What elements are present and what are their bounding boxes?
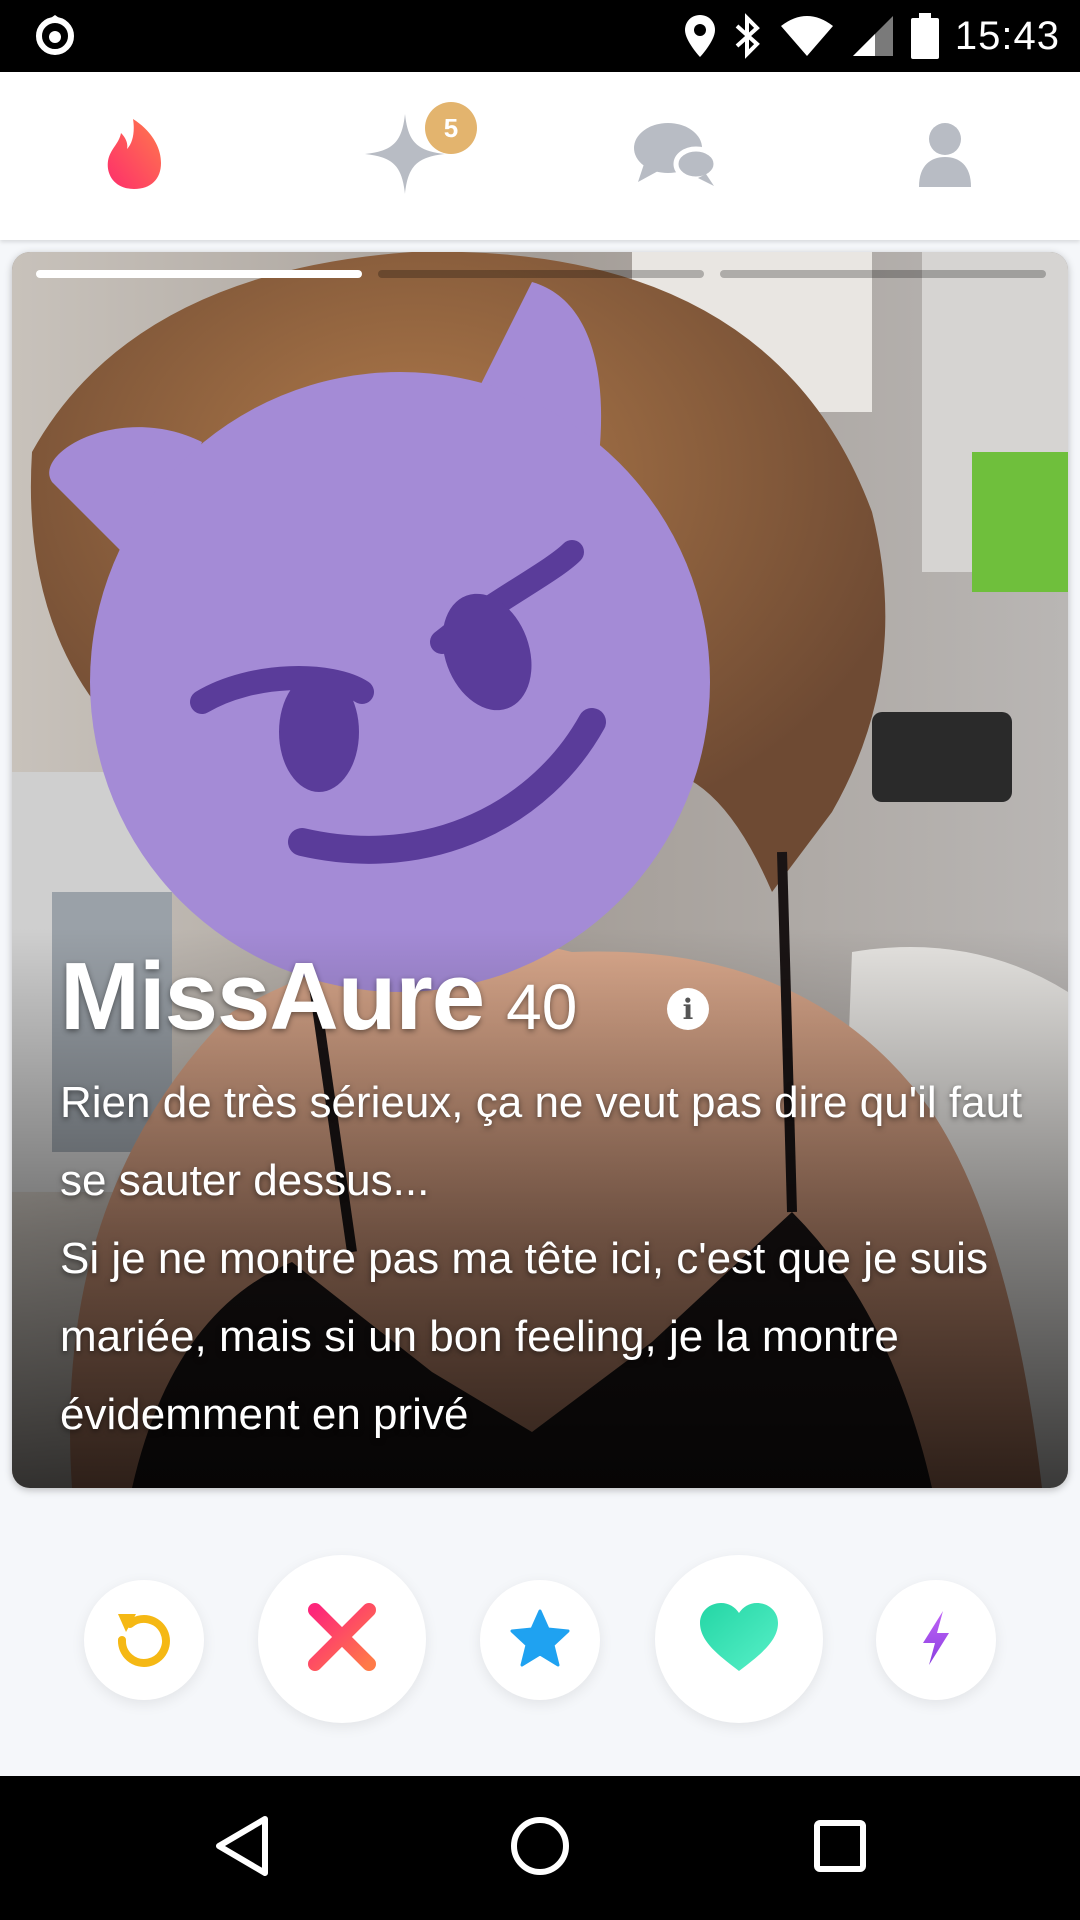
recents-icon bbox=[813, 1819, 867, 1878]
nope-button[interactable] bbox=[258, 1555, 426, 1723]
super-like-button[interactable] bbox=[480, 1580, 600, 1700]
photo-progress-active bbox=[36, 270, 362, 278]
top-navigation-bar: 5 bbox=[0, 72, 1080, 240]
app-notification-icon bbox=[34, 14, 76, 56]
back-icon bbox=[213, 1815, 271, 1882]
home-icon bbox=[510, 1816, 570, 1881]
recents-button[interactable] bbox=[780, 1776, 900, 1920]
tab-messages[interactable] bbox=[615, 72, 735, 240]
star-icon bbox=[510, 1609, 570, 1672]
bluetooth-icon bbox=[733, 13, 763, 59]
info-icon[interactable]: i bbox=[667, 988, 709, 1030]
system-navigation-bar bbox=[0, 1776, 1080, 1920]
bio-line: Rien de très sérieux, ça ne veut pas dir… bbox=[60, 1078, 1023, 1205]
person-icon bbox=[917, 121, 973, 192]
chat-bubbles-icon bbox=[632, 120, 719, 193]
tab-profile[interactable] bbox=[885, 72, 1005, 240]
profile-age: 40 bbox=[506, 971, 578, 1043]
tab-top-picks[interactable] bbox=[345, 72, 465, 240]
back-button[interactable] bbox=[182, 1776, 302, 1920]
location-icon bbox=[683, 13, 717, 59]
wifi-icon bbox=[779, 14, 835, 58]
battery-icon bbox=[910, 13, 939, 59]
profile-header: MissAure 40 bbox=[60, 942, 577, 1052]
tab-discover[interactable] bbox=[74, 72, 194, 240]
heart-icon bbox=[698, 1601, 780, 1678]
profile-card[interactable]: MissAure 40 i Rien de très sérieux, ça n… bbox=[12, 252, 1068, 1488]
action-bar bbox=[0, 1550, 1080, 1730]
top-picks-badge: 5 bbox=[425, 102, 477, 154]
home-button[interactable] bbox=[480, 1776, 600, 1920]
flame-icon bbox=[103, 117, 165, 196]
cell-signal-icon bbox=[851, 14, 895, 58]
clock: 15:43 bbox=[954, 13, 1060, 58]
photo-progress bbox=[720, 270, 1046, 278]
profile-name: MissAure bbox=[60, 943, 485, 1050]
status-bar: 15:43 bbox=[0, 0, 1080, 72]
x-icon bbox=[307, 1602, 377, 1677]
rewind-button[interactable] bbox=[84, 1580, 204, 1700]
like-button[interactable] bbox=[655, 1555, 823, 1723]
bio-line: Si je ne montre pas ma tête ici, c'est q… bbox=[60, 1234, 988, 1439]
photo-progress bbox=[378, 270, 704, 278]
boost-button[interactable] bbox=[876, 1580, 996, 1700]
profile-bio: Rien de très sérieux, ça ne veut pas dir… bbox=[60, 1064, 1040, 1454]
bolt-icon bbox=[919, 1609, 953, 1672]
rewind-icon bbox=[114, 1608, 174, 1673]
